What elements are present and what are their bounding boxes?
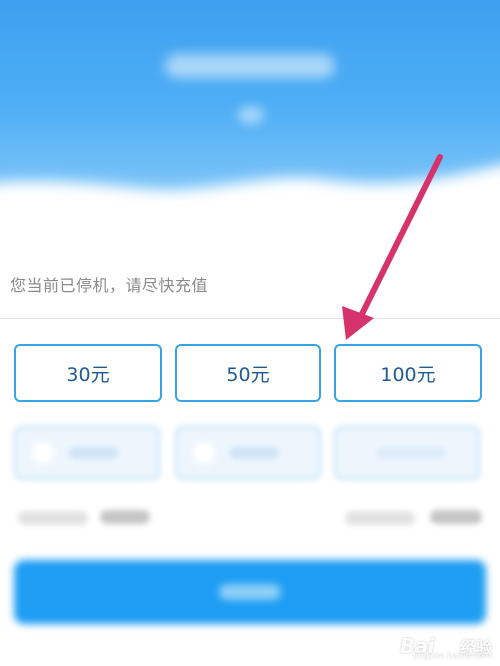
header-subtitle-blurred	[238, 106, 264, 124]
watermark-url: jingyan.baidu.com	[413, 651, 492, 660]
header-title-blurred	[165, 54, 335, 78]
baidu-jingyan-watermark: Bai 经验 jingyan.baidu.com	[400, 634, 492, 660]
recharge-submit-button[interactable]	[14, 560, 486, 624]
recharge-screen: 您当前已停机，请尽快充值 30元 50元 100元 Bai 经验 jingyan…	[0, 0, 500, 666]
blurred-options-row	[0, 420, 500, 490]
blurred-info-row	[0, 506, 500, 530]
amount-option-50[interactable]: 50元	[175, 344, 321, 402]
suspension-notice: 您当前已停机，请尽快充值	[10, 276, 209, 295]
divider	[0, 318, 500, 319]
blurred-option[interactable]	[334, 426, 480, 480]
amount-option-30[interactable]: 30元	[14, 344, 162, 402]
blurred-option[interactable]	[14, 426, 160, 480]
blurred-option[interactable]	[175, 426, 321, 480]
amount-option-100[interactable]: 100元	[334, 344, 482, 402]
